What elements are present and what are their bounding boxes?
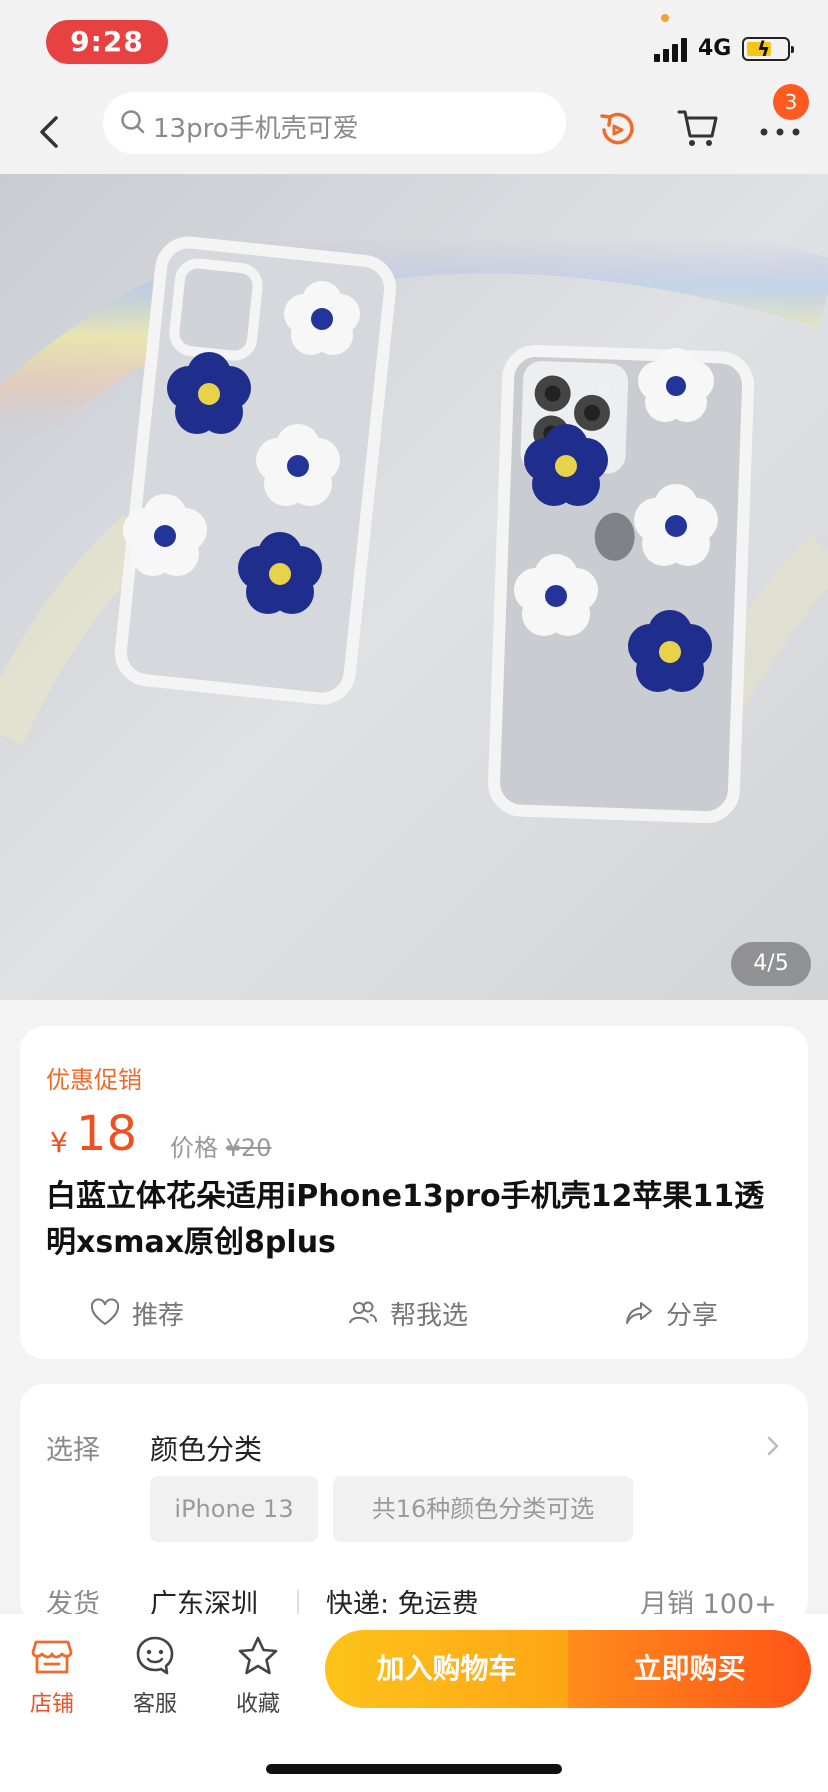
cart-icon[interactable] <box>676 106 720 150</box>
store-icon <box>31 1640 73 1674</box>
search-query-text: 13pro手机壳可爱 <box>153 114 359 144</box>
currency-symbol: ¥ <box>50 1126 68 1159</box>
home-indicator[interactable] <box>266 1764 562 1774</box>
original-price: 价格 ¥20 <box>170 1128 271 1163</box>
recommend-button[interactable]: 推荐 <box>90 1288 184 1338</box>
phone-case-photo <box>0 174 828 1000</box>
select-label: 选择 <box>46 1435 100 1466</box>
chevron-left-icon <box>40 116 58 148</box>
help-choose-button[interactable]: 帮我选 <box>348 1288 468 1338</box>
favorite-label: 收藏 <box>235 1692 280 1717</box>
service-tab[interactable]: 客服 <box>115 1634 195 1734</box>
product-action-row: 推荐 帮我选 分享 <box>20 1288 808 1338</box>
privacy-indicator-dot <box>661 14 669 22</box>
chevron-right-icon[interactable] <box>762 1432 784 1460</box>
people-icon <box>349 1301 377 1324</box>
sku-options-card[interactable]: 选择 颜色分类 iPhone 13 共16种颜色分类可选 发货 广东深圳 快递:… <box>20 1384 808 1624</box>
buy-now-button[interactable]: 立即购买 <box>568 1630 811 1708</box>
battery-icon: ϟ <box>742 37 794 61</box>
product-title: 白蓝立体花朵适用iPhone13pro手机壳12苹果11透明xsmax原创8pl… <box>46 1179 765 1260</box>
back-button[interactable] <box>32 104 72 158</box>
share-label: 分享 <box>666 1300 719 1331</box>
image-page-counter: 4/5 <box>731 942 811 986</box>
share-icon <box>626 1302 652 1324</box>
shop-tab[interactable]: 店铺 <box>12 1634 92 1734</box>
product-info-card: 优惠促销 ¥ 18 价格 ¥20 白蓝立体花朵适用iPhone13pro手机壳1… <box>20 1026 808 1359</box>
shop-label: 店铺 <box>29 1692 74 1717</box>
heart-icon <box>90 1298 120 1326</box>
color-category-title: 颜色分类 <box>150 1433 263 1466</box>
status-bar: 9:28 4G ϟ <box>0 0 828 92</box>
current-price: 18 <box>76 1106 138 1162</box>
original-price-value: ¥20 <box>225 1134 272 1162</box>
signal-icon <box>654 36 690 62</box>
product-image[interactable] <box>0 174 828 1000</box>
service-label: 客服 <box>132 1692 177 1717</box>
customer-service-icon <box>136 1636 174 1675</box>
refresh-icon[interactable] <box>596 106 640 150</box>
help-choose-label: 帮我选 <box>390 1300 469 1331</box>
status-time: 9:28 <box>46 20 168 64</box>
search-input[interactable]: 13pro手机壳可爱 <box>103 92 566 154</box>
divider <box>297 1590 299 1616</box>
add-to-cart-button[interactable]: 加入购物车 <box>325 1630 568 1708</box>
recommend-label: 推荐 <box>132 1300 185 1331</box>
promo-label: 优惠促销 <box>46 1066 142 1094</box>
sku-chip-iphone13[interactable]: iPhone 13 <box>150 1476 318 1542</box>
sku-chip-more-colors[interactable]: 共16种颜色分类可选 <box>333 1476 633 1542</box>
purchase-buttons: 加入购物车 立即购买 <box>325 1630 811 1708</box>
top-navigation: 13pro手机壳可爱 3 <box>0 84 828 174</box>
share-button[interactable]: 分享 <box>624 1288 718 1338</box>
network-type: 4G <box>698 36 732 61</box>
original-price-label: 价格 <box>170 1134 226 1162</box>
favorite-tab[interactable]: 收藏 <box>218 1634 298 1734</box>
notification-badge: 3 <box>773 84 809 120</box>
star-icon <box>238 1636 278 1675</box>
search-icon <box>121 110 145 134</box>
